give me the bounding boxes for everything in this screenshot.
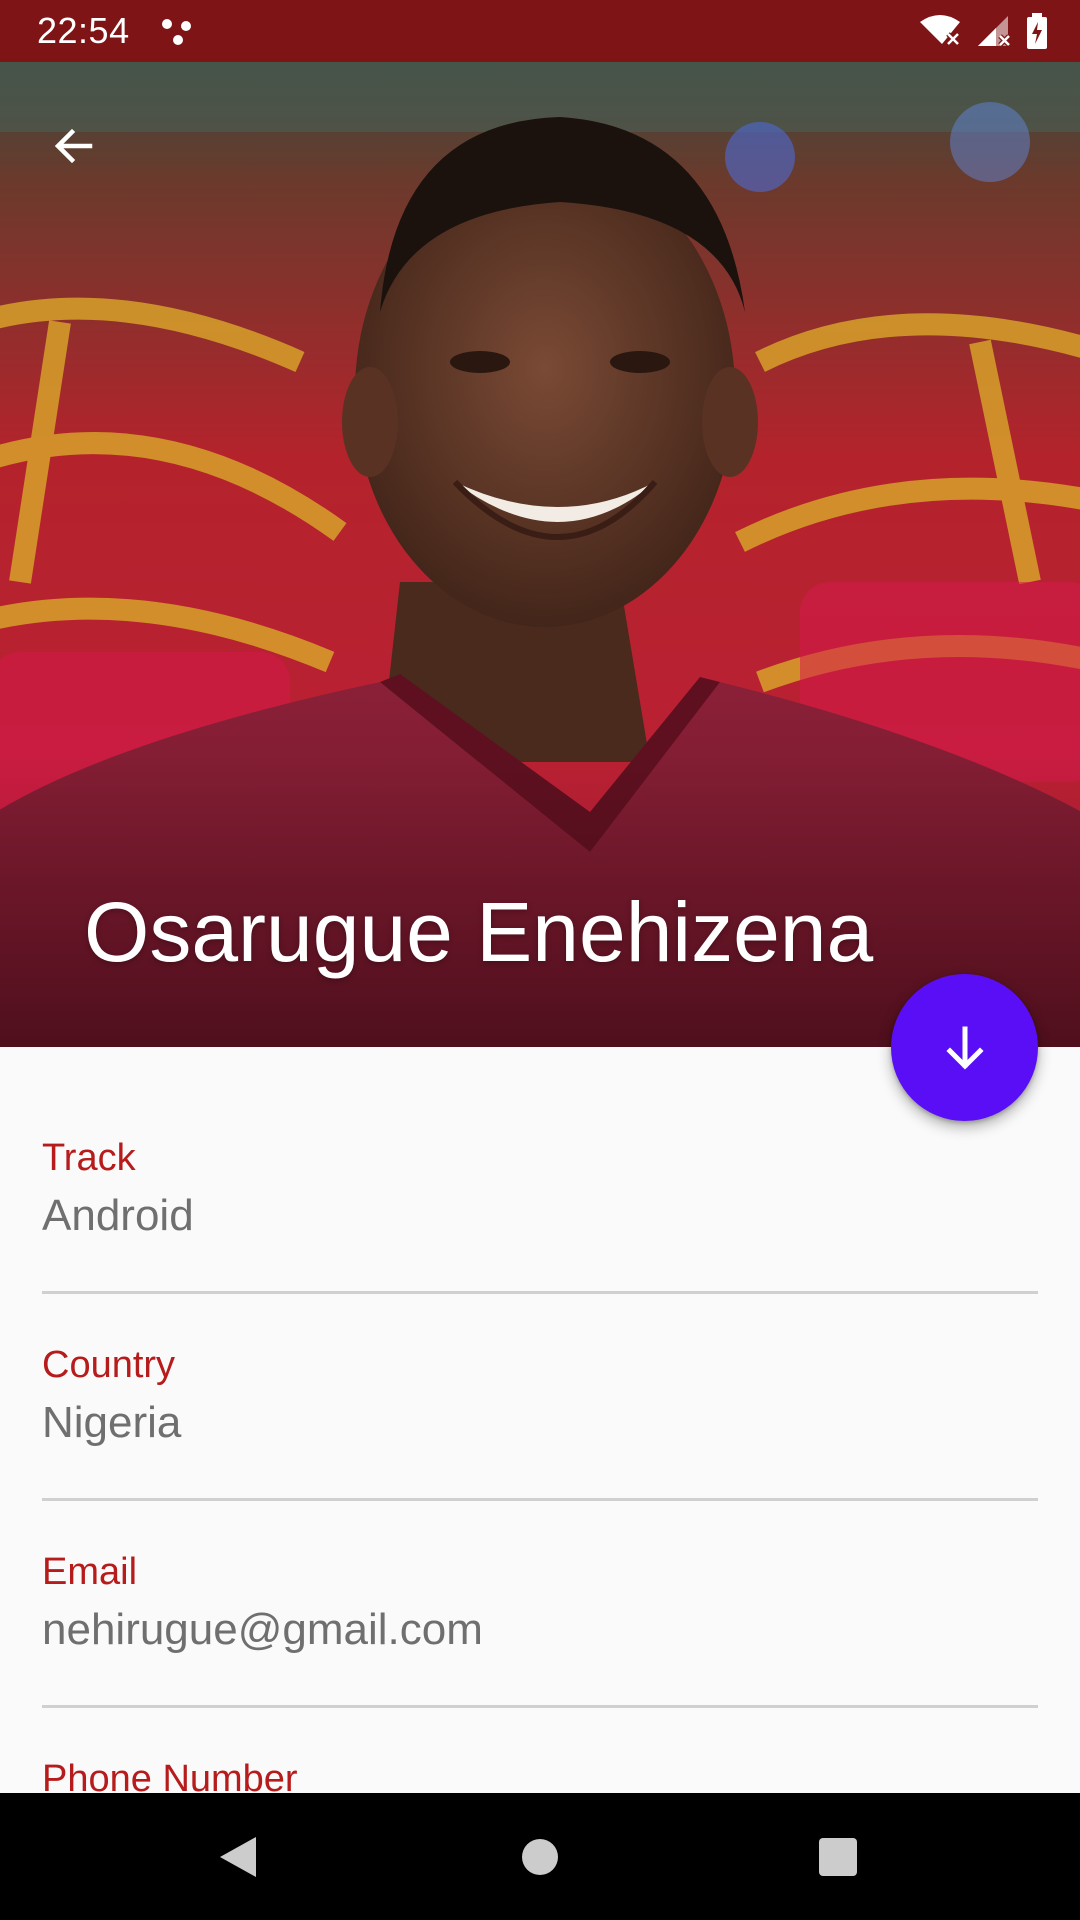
nav-home-button[interactable] bbox=[470, 1793, 610, 1920]
field-value: nehirugue@gmail.com bbox=[42, 1605, 483, 1654]
profile-header-image: Osarugue Enehizena bbox=[0, 62, 1080, 1047]
status-time: 22:54 bbox=[37, 10, 130, 51]
profile-name: Osarugue Enehizena bbox=[84, 885, 874, 979]
nav-back-button[interactable] bbox=[168, 1793, 308, 1920]
download-fab-button[interactable] bbox=[891, 974, 1038, 1121]
back-button[interactable] bbox=[36, 108, 112, 184]
system-navigation-bar bbox=[0, 1793, 1080, 1920]
status-bar: 22:54 bbox=[0, 0, 1080, 62]
field-label: Country bbox=[42, 1344, 176, 1386]
back-triangle-icon bbox=[220, 1836, 256, 1877]
arrow-down-icon bbox=[945, 1026, 984, 1070]
status-icons bbox=[918, 12, 1048, 50]
field-country: Country Nigeria bbox=[42, 1342, 1038, 1450]
field-phone-number: Phone Number bbox=[42, 1756, 1038, 1793]
battery-charging-icon bbox=[1027, 13, 1047, 49]
field-label: Track bbox=[42, 1137, 136, 1179]
signal-off-icon bbox=[978, 16, 1011, 47]
field-value: Nigeria bbox=[42, 1398, 182, 1447]
notification-dots-icon bbox=[162, 19, 191, 45]
home-circle-icon bbox=[522, 1838, 558, 1875]
nav-recents-button[interactable] bbox=[768, 1793, 908, 1920]
field-email: Email nehirugue@gmail.com bbox=[42, 1549, 1038, 1657]
field-track: Track Android bbox=[42, 1135, 1038, 1243]
field-value: Android bbox=[42, 1191, 194, 1240]
recents-square-icon bbox=[819, 1837, 857, 1876]
field-label: Phone Number bbox=[42, 1758, 298, 1793]
wifi-off-icon bbox=[920, 15, 960, 46]
field-label: Email bbox=[42, 1551, 138, 1593]
divider bbox=[42, 1291, 1038, 1294]
divider bbox=[42, 1498, 1038, 1501]
profile-details: Track Android Country Nigeria Email nehi… bbox=[0, 1047, 1080, 1793]
profile-screen: 22:54 Osarugue Enehizena Track Android C… bbox=[0, 0, 1080, 1920]
divider bbox=[42, 1705, 1038, 1708]
arrow-back-icon bbox=[54, 128, 93, 164]
